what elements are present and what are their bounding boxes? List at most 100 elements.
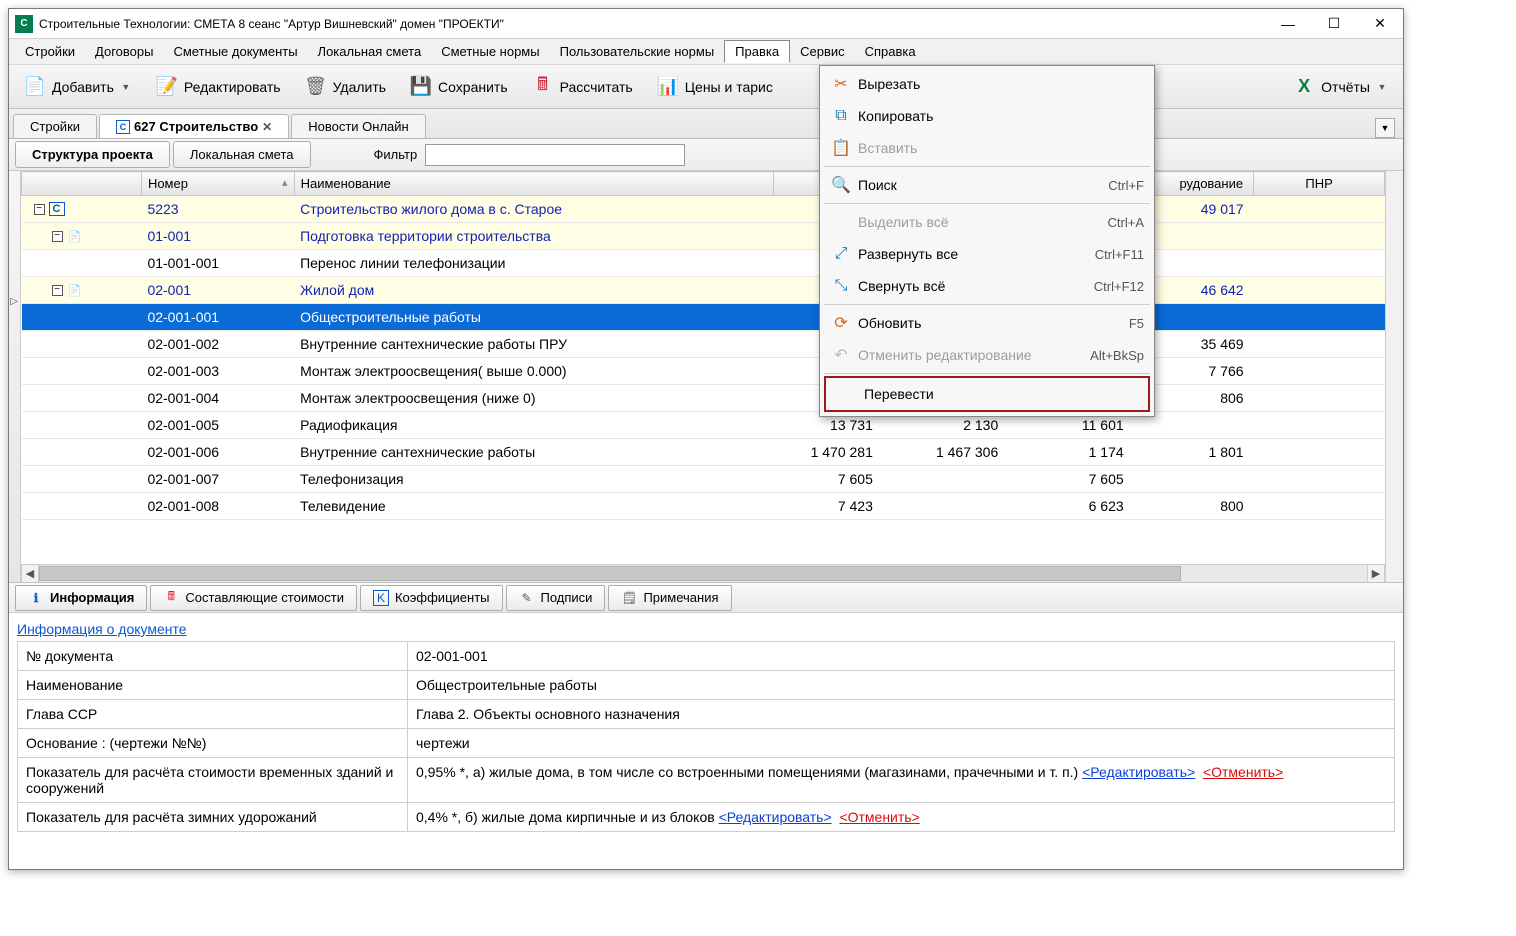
edit-label: Редактировать [184, 79, 281, 95]
cancel-link[interactable]: <Отменить> [839, 809, 919, 825]
add-button[interactable]: 📄Добавить▼ [15, 71, 141, 103]
table-row[interactable]: −C5223Строительство жилого дома в с. Ста… [22, 196, 1385, 223]
bottom-tab-label: Составляющие стоимости [185, 590, 344, 605]
table-row[interactable]: 02-001-003Монтаж электроосвещения( выше … [22, 358, 1385, 385]
tab-icon: ℹ [28, 590, 44, 606]
save-icon: 💾 [410, 76, 432, 98]
column-header[interactable]: ПНР [1254, 172, 1385, 196]
tab-news[interactable]: Новости Онлайн [291, 114, 425, 138]
scroll-thumb[interactable] [39, 566, 1181, 581]
prices-label: Цены и тарис [685, 79, 773, 95]
menu-item-Развернуть все[interactable]: ⤢ Развернуть все Ctrl+F11 [820, 238, 1154, 270]
menu-item-Свернуть всё[interactable]: ⤡ Свернуть всё Ctrl+F12 [820, 270, 1154, 302]
bottom-tab-2[interactable]: KКоэффициенты [360, 585, 503, 611]
table-row[interactable]: 02-001-004Монтаж электроосвещения (ниже … [22, 385, 1385, 412]
save-label: Сохранить [438, 79, 508, 95]
subtab-structure[interactable]: Структура проекта [15, 141, 170, 168]
menu-item-Поиск[interactable]: 🔍 Поиск Ctrl+F [820, 169, 1154, 201]
menu-локальная смета[interactable]: Локальная смета [308, 41, 432, 62]
bottom-tab-0[interactable]: ℹ Информация [15, 585, 147, 611]
column-header[interactable] [22, 172, 142, 196]
window-title: Строительные Технологии: СМЕТА 8 сеанс "… [39, 17, 1265, 31]
tree-toggle-icon[interactable]: − [52, 231, 63, 242]
edit-icon: 📝 [156, 76, 178, 98]
close-tab-icon[interactable]: ✕ [262, 120, 272, 134]
column-header[interactable]: Номер ▴ [141, 172, 294, 196]
menu-пользовательские нормы[interactable]: Пользовательские нормы [550, 41, 725, 62]
cancel-link[interactable]: <Отменить> [1203, 764, 1283, 780]
tree-toggle-icon[interactable]: − [52, 285, 63, 296]
table-row[interactable]: 02-001-006Внутренние сантехнические рабо… [22, 439, 1385, 466]
subtab-local[interactable]: Локальная смета [173, 141, 311, 168]
info-key: Показатель для расчёта стоимости временн… [18, 758, 408, 803]
table-row[interactable]: 02-001-005Радиофикация13 7312 13011 601 [22, 412, 1385, 439]
edit-link[interactable]: <Редактировать> [719, 809, 832, 825]
left-gutter: ▷ [9, 171, 21, 582]
table-row[interactable]: 02-001-007Телефонизация7 6057 605 [22, 466, 1385, 493]
edit-button[interactable]: 📝 Редактировать [147, 71, 290, 103]
menu-item-Обновить[interactable]: ⟳ Обновить F5 [820, 307, 1154, 339]
tab-project[interactable]: C627 Строительство ✕ [99, 114, 289, 138]
expand-handle-icon[interactable]: ▷ [9, 291, 19, 311]
close-button[interactable]: ✕ [1357, 9, 1403, 39]
reports-button[interactable]: XОтчёты▼ [1284, 71, 1397, 103]
copy-icon: ⧉ [824, 107, 858, 125]
scroll-left-icon[interactable]: ◀ [21, 565, 39, 582]
menu-item-label: Развернуть все [858, 246, 1095, 262]
table-row[interactable]: 02-001-001Общестроительные работы15 22 [22, 304, 1385, 331]
info-value: 02-001-001 [408, 642, 1395, 671]
menu-item-Копировать[interactable]: ⧉ Копировать [820, 100, 1154, 132]
table-row[interactable]: 02-001-002Внутренние сантехнические рабо… [22, 331, 1385, 358]
menu-item-Перевести[interactable]: Перевести [824, 376, 1150, 412]
info-table: № документа02-001-001НаименованиеОбщестр… [17, 641, 1395, 832]
info-value: 0,95% *, а) жилые дома, в том числе со в… [408, 758, 1395, 803]
menu-item-label: Копировать [858, 108, 1144, 124]
cut-icon: ✂ [824, 74, 858, 94]
maximize-button[interactable]: ☐ [1311, 9, 1357, 39]
table-row[interactable]: −📄02-001Жилой дом17 1446 642 [22, 277, 1385, 304]
bottom-tab-4[interactable]: 🗒Примечания [608, 585, 731, 611]
tree-toggle-icon[interactable]: − [34, 204, 45, 215]
menu-правка[interactable]: Правка [724, 40, 790, 63]
horizontal-scrollbar[interactable]: ◀ ▶ [21, 564, 1385, 582]
menu-item-label: Выделить всё [858, 214, 1108, 230]
more-tabs-button[interactable]: ▼ [1375, 118, 1395, 138]
menu-item-Вырезать[interactable]: ✂ Вырезать [820, 68, 1154, 100]
tab-icon: 🖩 [163, 590, 179, 606]
table-row[interactable]: 02-001-008Телевидение7 4236 623800 [22, 493, 1385, 520]
delete-button[interactable]: 🗑Удалить [296, 71, 395, 103]
bottom-tab-3[interactable]: ✎Подписи [506, 585, 606, 611]
tab-icon: ✎ [519, 590, 535, 606]
refresh-icon: ⟳ [824, 313, 858, 333]
menu-сметные документы[interactable]: Сметные документы [163, 41, 307, 62]
tab-stroyki[interactable]: Стройки [13, 114, 97, 138]
menu-стройки[interactable]: Стройки [15, 41, 85, 62]
menu-item-Отменить редактирование: ↶ Отменить редактирование Alt+BkSp [820, 339, 1154, 371]
menu-shortcut: Ctrl+F12 [1094, 279, 1144, 294]
scroll-right-icon[interactable]: ▶ [1367, 565, 1385, 582]
doc-icon: C [116, 120, 130, 134]
minimize-button[interactable]: — [1265, 9, 1311, 39]
reports-label: Отчёты [1321, 79, 1370, 95]
menu-договоры[interactable]: Договоры [85, 41, 163, 62]
menu-сметные нормы[interactable]: Сметные нормы [431, 41, 549, 62]
edit-link[interactable]: <Редактировать> [1082, 764, 1195, 780]
vertical-scrollbar[interactable] [1385, 171, 1403, 582]
column-header[interactable]: Наименование [294, 172, 774, 196]
bottom-tab-1[interactable]: 🖩 Составляющие стоимости [150, 585, 357, 611]
main-area: ▷ Номер ▴НаименованиеВсегорудованиеПНР −… [9, 171, 1403, 869]
save-button[interactable]: 💾 Сохранить [401, 71, 517, 103]
paste-icon: 📋 [824, 138, 858, 158]
table-row[interactable]: −📄01-001Подготовка территории строительс… [22, 223, 1385, 250]
menu-item-label: Вставить [858, 140, 1144, 156]
menu-справка[interactable]: Справка [855, 41, 926, 62]
info-title: Информация о документе [17, 621, 1395, 637]
bottom-tab-label: Информация [50, 590, 134, 605]
subtab-row: Структура проекта Локальная смета Фильтр [9, 139, 1403, 171]
calc-button[interactable]: 🖩Рассчитать [523, 71, 642, 103]
table-row[interactable]: 01-001-001Перенос линии телефонизации [22, 250, 1385, 277]
menu-shortcut: Ctrl+A [1108, 215, 1144, 230]
filter-input[interactable] [425, 144, 685, 166]
prices-button[interactable]: 📊Цены и тарис [648, 71, 782, 103]
menu-сервис[interactable]: Сервис [790, 41, 855, 62]
